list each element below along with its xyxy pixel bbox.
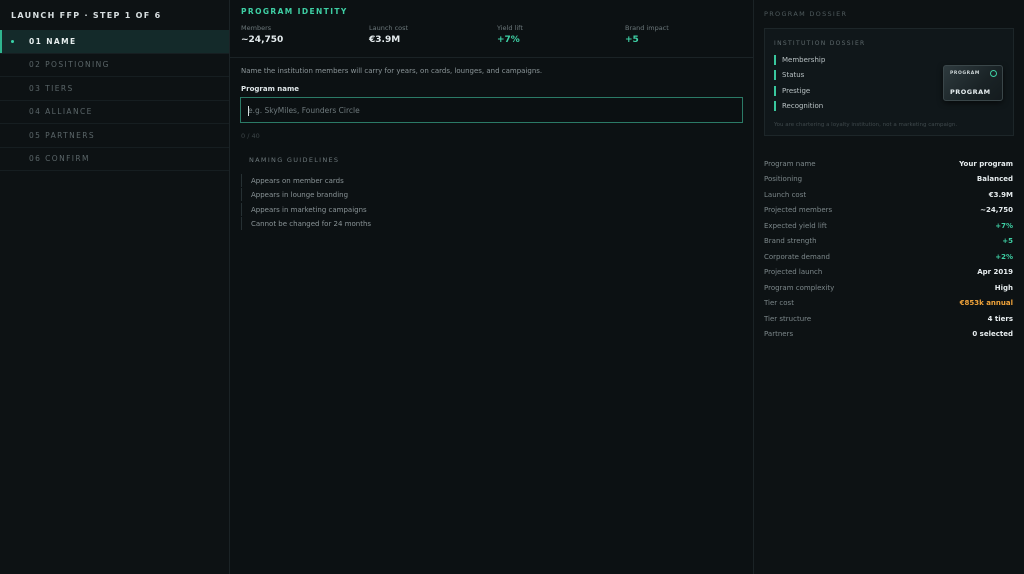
- stat-launch-cost: Launch cost €3.9M: [369, 24, 489, 45]
- step-label: 02 POSITIONING: [29, 60, 110, 70]
- summary-row: Projected members ~24,750: [764, 203, 1013, 219]
- stat-members: Members ~24,750: [241, 24, 361, 45]
- dossier-title: PROGRAM DOSSIER: [764, 10, 848, 18]
- step-confirm[interactable]: 06 CONFIRM: [0, 148, 229, 171]
- feature-item: Membership: [774, 55, 825, 65]
- section-title: PROGRAM IDENTITY: [241, 7, 348, 16]
- summary-label: Brand strength: [764, 237, 817, 246]
- summary-value: +2%: [995, 252, 1013, 261]
- step-label: 05 PARTNERS: [29, 130, 96, 140]
- summary-value: 4 tiers: [987, 314, 1013, 323]
- step-label: 04 ALLIANCE: [29, 107, 93, 117]
- summary-label: Tier cost: [764, 299, 794, 308]
- summary-label: Positioning: [764, 175, 803, 184]
- divider: [230, 57, 754, 58]
- summary-row: Tier structure 4 tiers: [764, 311, 1013, 327]
- guideline-item: Appears in marketing campaigns: [241, 203, 441, 216]
- stat-label: Yield lift: [497, 24, 523, 32]
- stat-value: ~24,750: [241, 35, 284, 45]
- summary-label: Partners: [764, 330, 794, 339]
- guideline-item: Cannot be changed for 24 months: [241, 217, 441, 230]
- step-tiers[interactable]: 03 TIERS: [0, 77, 229, 101]
- guideline-item: Appears in lounge branding: [241, 188, 441, 201]
- summary-row: Partners 0 selected: [764, 327, 1013, 343]
- ring-icon: [990, 70, 997, 77]
- stat-label: Launch cost: [369, 24, 409, 32]
- text-cursor: [248, 106, 249, 116]
- stat-brand-impact: Brand impact +5: [625, 24, 745, 45]
- summary-row: Program name Your program: [764, 156, 1013, 172]
- summary-value: Balanced: [976, 175, 1013, 184]
- summary-label: Expected yield lift: [764, 221, 827, 230]
- summary-label: Projected launch: [764, 268, 823, 277]
- card-note: You are chartering a loyalty institution…: [774, 122, 958, 128]
- program-name-label: Program name: [241, 85, 300, 93]
- active-step-dot-icon: [11, 40, 14, 43]
- summary-value: Apr 2019: [977, 268, 1013, 277]
- stat-value: €3.9M: [369, 35, 401, 45]
- summary-list: Program name Your program Positioning Ba…: [764, 156, 1013, 342]
- dossier-panel: PROGRAM DOSSIER INSTITUTION DOSSIER Memb…: [754, 0, 1024, 574]
- program-name-field[interactable]: [240, 97, 743, 123]
- summary-row: Positioning Balanced: [764, 172, 1013, 188]
- summary-label: Corporate demand: [764, 252, 830, 261]
- summary-value: ~24,750: [980, 206, 1013, 215]
- guidelines-title: NAMING GUIDELINES: [249, 156, 340, 164]
- stats-row: Members ~24,750 Launch cost €3.9M Yield …: [241, 24, 753, 48]
- stat-yield-lift: Yield lift +7%: [497, 24, 617, 45]
- card-title: INSTITUTION DOSSIER: [774, 40, 866, 47]
- summary-label: Program name: [764, 159, 816, 168]
- step-label: 06 CONFIRM: [29, 154, 90, 164]
- wizard-sidebar: LAUNCH FFP · STEP 1 OF 6 01 NAME 02 POSI…: [0, 0, 230, 574]
- step-label: 03 TIERS: [29, 83, 74, 93]
- summary-label: Program complexity: [764, 283, 835, 292]
- summary-row: Launch cost €3.9M: [764, 187, 1013, 203]
- program-name-input[interactable]: [248, 105, 742, 115]
- institution-dossier-card: INSTITUTION DOSSIER Membership Status Pr…: [764, 28, 1014, 136]
- step-name[interactable]: 01 NAME: [0, 30, 229, 54]
- summary-row: Projected launch Apr 2019: [764, 265, 1013, 281]
- summary-value: €3.9M: [988, 190, 1013, 199]
- summary-value: High: [994, 283, 1013, 292]
- stat-value: +7%: [497, 35, 520, 45]
- summary-value: +7%: [995, 221, 1013, 230]
- feature-item: Recognition: [774, 101, 823, 111]
- step-label: 01 NAME: [29, 36, 77, 46]
- char-counter: 0 / 40: [241, 132, 260, 140]
- summary-label: Launch cost: [764, 190, 807, 199]
- wizard-title: LAUNCH FFP · STEP 1 OF 6: [11, 11, 162, 20]
- feature-item: Prestige: [774, 86, 810, 96]
- intro-text: Name the institution members will carry …: [241, 67, 543, 75]
- badge-big-label: PROGRAM: [950, 88, 991, 96]
- stat-label: Members: [241, 24, 272, 32]
- summary-label: Projected members: [764, 206, 833, 215]
- summary-value: 0 selected: [972, 330, 1013, 339]
- main-panel: PROGRAM IDENTITY Members ~24,750 Launch …: [230, 0, 754, 574]
- summary-row: Brand strength +5: [764, 234, 1013, 250]
- step-partners[interactable]: 05 PARTNERS: [0, 124, 229, 148]
- summary-value: +5: [1002, 237, 1013, 246]
- summary-row: Tier cost €853k annual: [764, 296, 1013, 312]
- program-card-badge: PROGRAM PROGRAM: [943, 65, 1003, 101]
- summary-row: Corporate demand +2%: [764, 249, 1013, 265]
- badge-small-label: PROGRAM: [950, 71, 980, 76]
- stat-label: Brand impact: [625, 24, 669, 32]
- feature-item: Status: [774, 70, 804, 80]
- summary-row: Program complexity High: [764, 280, 1013, 296]
- summary-label: Tier structure: [764, 314, 812, 323]
- step-alliance[interactable]: 04 ALLIANCE: [0, 101, 229, 124]
- summary-value: Your program: [959, 159, 1013, 168]
- guideline-item: Appears on member cards: [241, 174, 441, 187]
- step-positioning[interactable]: 02 POSITIONING: [0, 54, 229, 77]
- summary-row: Expected yield lift +7%: [764, 218, 1013, 234]
- stat-value: +5: [625, 35, 639, 45]
- summary-value: €853k annual: [959, 299, 1013, 308]
